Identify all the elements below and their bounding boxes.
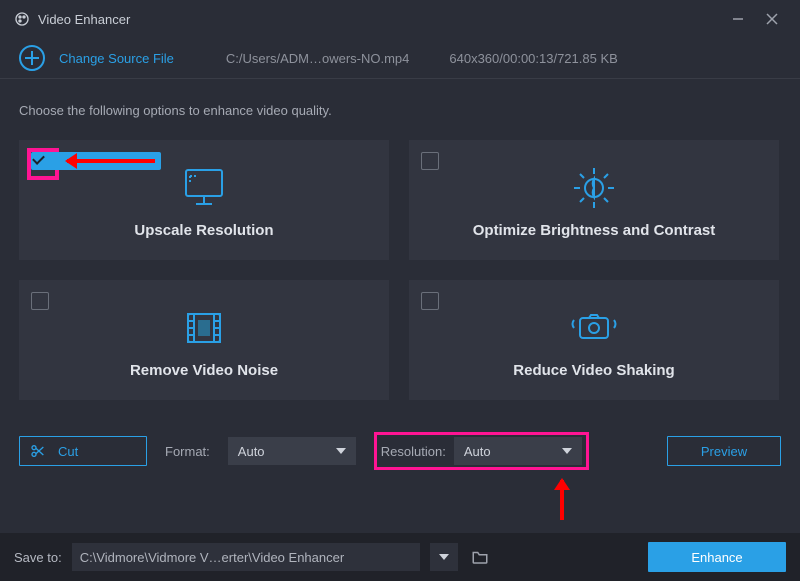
close-icon: [765, 12, 779, 26]
open-folder-button[interactable]: [468, 545, 492, 569]
resolution-value: Auto: [464, 444, 491, 459]
card-label: Remove Video Noise: [130, 362, 278, 379]
save-path-box[interactable]: C:\Vidmore\Vidmore V…erter\Video Enhance…: [72, 543, 420, 571]
scissors-icon: [30, 443, 46, 459]
checkbox-brightness[interactable]: [421, 152, 439, 170]
save-path-dropdown[interactable]: [430, 543, 458, 571]
film-icon: [180, 302, 228, 354]
resolution-label: Resolution:: [381, 444, 446, 459]
camera-shake-icon: [566, 302, 622, 354]
resolution-select[interactable]: Auto: [454, 437, 582, 465]
folder-icon: [471, 549, 489, 565]
card-label: Reduce Video Shaking: [513, 362, 674, 379]
prompt-text: Choose the following options to enhance …: [19, 103, 781, 118]
footer: Save to: C:\Vidmore\Vidmore V…erter\Vide…: [0, 533, 800, 581]
sun-icon: [570, 162, 618, 214]
checkbox-shaking[interactable]: [421, 292, 439, 310]
monitor-icon: [180, 162, 228, 214]
card-label: Optimize Brightness and Contrast: [473, 222, 716, 239]
close-button[interactable]: [758, 5, 786, 33]
card-label: Upscale Resolution: [134, 222, 273, 239]
body: Choose the following options to enhance …: [0, 79, 800, 470]
minimize-button[interactable]: [724, 5, 752, 33]
controls-row: Cut Format: Auto Resolution: Auto Previe…: [19, 432, 781, 470]
file-path: C:/Users/ADM…owers-NO.mp4: [226, 51, 409, 66]
enhance-label: Enhance: [691, 550, 742, 565]
cut-label: Cut: [58, 444, 78, 459]
card-remove-noise[interactable]: Remove Video Noise: [19, 280, 389, 400]
file-info: 640x360/00:00:13/721.85 KB: [449, 51, 617, 66]
format-select[interactable]: Auto: [228, 437, 356, 465]
annotation-resolution-highlight: Resolution: Auto: [374, 432, 589, 470]
titlebar: Video Enhancer: [0, 0, 800, 38]
card-upscale-resolution[interactable]: Upscale Resolution: [19, 140, 389, 260]
app-title: Video Enhancer: [38, 12, 130, 27]
palette-icon: [14, 11, 30, 27]
chevron-down-icon: [336, 448, 346, 459]
preview-label: Preview: [701, 444, 747, 459]
enhance-button[interactable]: Enhance: [648, 542, 786, 572]
checkbox-noise[interactable]: [31, 292, 49, 310]
topbar: Change Source File C:/Users/ADM…owers-NO…: [0, 38, 800, 79]
card-optimize-brightness[interactable]: Optimize Brightness and Contrast: [409, 140, 779, 260]
chevron-down-icon: [562, 448, 572, 459]
preview-button[interactable]: Preview: [667, 436, 781, 466]
format-label: Format:: [165, 444, 210, 459]
minimize-icon: [731, 12, 745, 26]
card-reduce-shaking[interactable]: Reduce Video Shaking: [409, 280, 779, 400]
format-value: Auto: [238, 444, 265, 459]
save-path: C:\Vidmore\Vidmore V…erter\Video Enhance…: [80, 550, 344, 565]
annotation-arrow-up: [560, 480, 564, 520]
option-grid: Upscale Resolution Optimize Brightness a…: [19, 140, 781, 400]
annotation-arrow: [67, 159, 155, 163]
chevron-down-icon: [439, 554, 449, 565]
save-to-label: Save to:: [14, 550, 62, 565]
change-source-link[interactable]: Change Source File: [59, 51, 174, 66]
cut-button[interactable]: Cut: [19, 436, 147, 466]
add-file-button[interactable]: [19, 45, 45, 71]
